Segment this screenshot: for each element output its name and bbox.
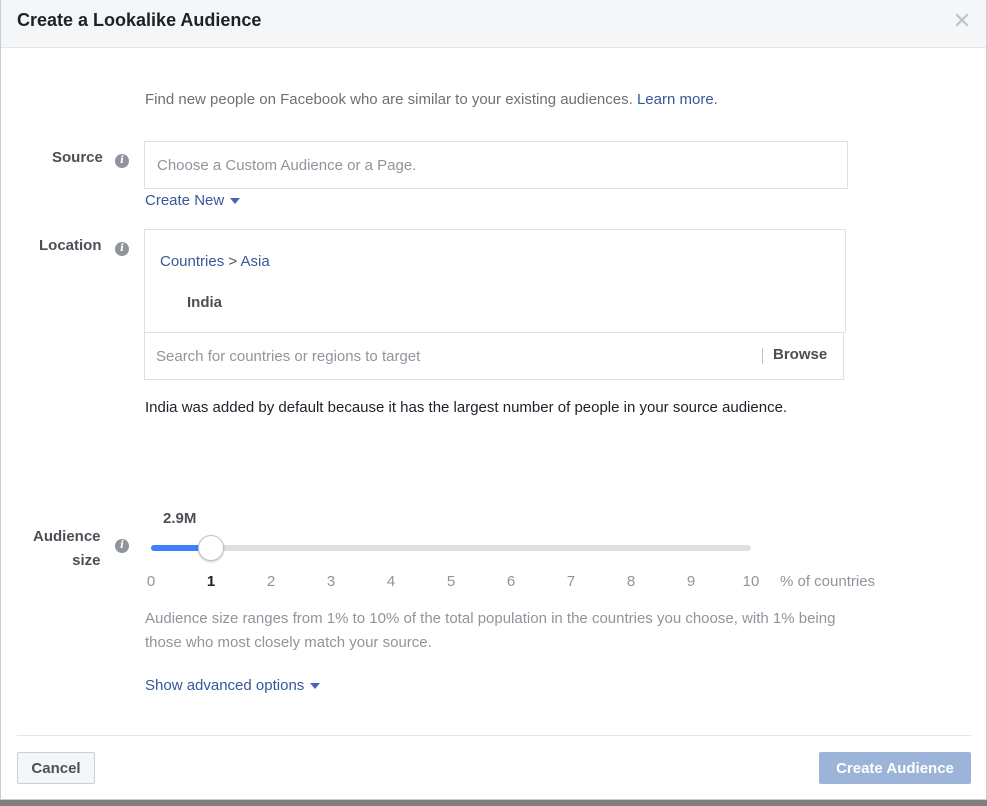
create-audience-button[interactable]: Create Audience [819, 752, 971, 784]
estimated-reach: 2.9M [163, 510, 197, 527]
location-search-input[interactable] [145, 333, 760, 379]
close-icon[interactable]: ✕ [952, 10, 972, 32]
selected-country: India [187, 294, 223, 311]
slider-tick-7[interactable]: 7 [561, 573, 581, 590]
slider-tick-8[interactable]: 8 [621, 573, 641, 590]
slider-tick-4[interactable]: 4 [381, 573, 401, 590]
location-breadcrumb: Countries > Asia [160, 253, 270, 270]
caret-down-icon [310, 683, 321, 690]
lookalike-audience-dialog: Create a Lookalike Audience ✕ Find new p… [0, 0, 987, 800]
selected-locations: Countries > Asia India [144, 229, 846, 333]
show-advanced-options[interactable]: Show advanced options [145, 677, 321, 694]
audience-size-label: Audience size [33, 525, 101, 573]
breadcrumb-separator: > [228, 253, 238, 270]
browse-divider [762, 348, 763, 364]
intro-description: Find new people on Facebook who are simi… [145, 91, 633, 108]
slider-handle[interactable] [198, 535, 224, 561]
intro-suffix: . [713, 91, 718, 108]
source-input[interactable] [144, 141, 848, 189]
source-label: Source [52, 149, 103, 166]
location-search-box: Browse [144, 332, 844, 380]
intro-text: Find new people on Facebook who are simi… [145, 91, 718, 108]
advanced-options-label: Show advanced options [145, 677, 305, 694]
slider-tick-10[interactable]: 10 [741, 573, 761, 590]
slider-tick-1[interactable]: 1 [201, 573, 221, 590]
learn-more-link[interactable]: Learn more [637, 91, 714, 108]
cancel-button[interactable]: Cancel [17, 752, 95, 784]
create-new-dropdown[interactable]: Create New [145, 192, 241, 209]
audience-size-note: Audience size ranges from 1% to 10% of t… [145, 610, 836, 651]
breadcrumb-asia[interactable]: Asia [240, 253, 269, 270]
browse-button[interactable]: Browse [773, 346, 827, 363]
slider-tick-5[interactable]: 5 [441, 573, 461, 590]
location-info-icon[interactable]: i [115, 242, 129, 256]
slider-tick-9[interactable]: 9 [681, 573, 701, 590]
slider-unit-label: % of countries [780, 573, 876, 590]
slider-tick-6[interactable]: 6 [501, 573, 521, 590]
source-info-icon[interactable]: i [115, 154, 129, 168]
dialog-header: Create a Lookalike Audience ✕ [1, 0, 986, 48]
location-label: Location [39, 237, 102, 254]
audience-size-info-icon[interactable]: i [115, 539, 129, 553]
create-new-label: Create New [145, 192, 225, 209]
default-location-note: India was added by default because it ha… [145, 399, 788, 416]
slider-tick-0[interactable]: 0 [141, 573, 161, 590]
audience-size-label-line1: Audience [33, 528, 101, 545]
slider-tick-2[interactable]: 2 [261, 573, 281, 590]
dialog-title: Create a Lookalike Audience [17, 10, 262, 30]
footer-divider [17, 735, 971, 736]
audience-size-slider[interactable] [151, 535, 751, 561]
caret-down-icon [230, 198, 241, 205]
audience-size-label-line2: size [72, 552, 101, 569]
slider-tick-3[interactable]: 3 [321, 573, 341, 590]
breadcrumb-countries[interactable]: Countries [160, 253, 224, 270]
